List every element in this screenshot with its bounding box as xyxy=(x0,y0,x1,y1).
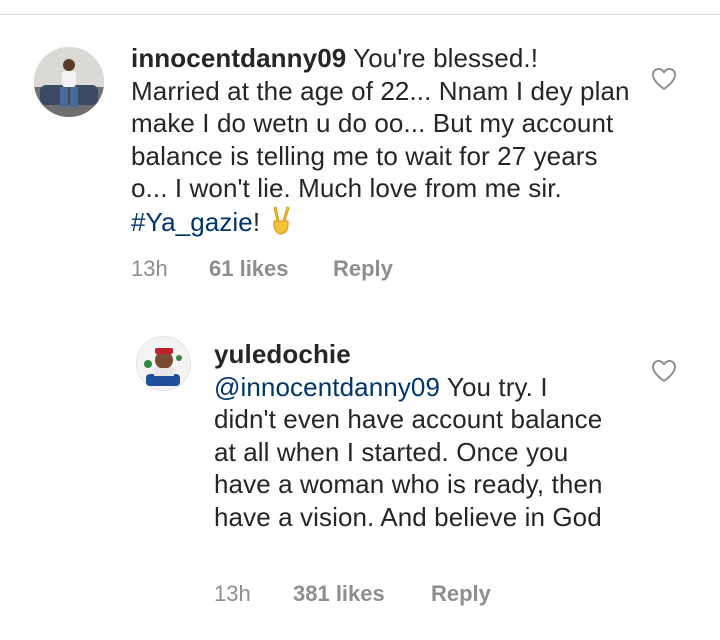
like-heart-icon[interactable] xyxy=(651,67,677,91)
comment-body: innocentdanny09 You're blessed.! Married… xyxy=(131,42,631,242)
victory-hand-icon xyxy=(268,205,294,243)
likes-count[interactable]: 381 likes xyxy=(293,581,385,607)
comment-time: 13h xyxy=(131,256,168,281)
comment-item: yuledochie @innocentdanny09 You try. I d… xyxy=(0,320,720,620)
comment-text-tail: ! xyxy=(252,206,268,237)
comment-username[interactable]: innocentdanny09 xyxy=(131,43,346,73)
comment-meta: 13h 381 likes Reply xyxy=(214,581,534,607)
comment-username[interactable]: yuledochie xyxy=(214,339,351,369)
like-heart-icon[interactable] xyxy=(651,359,677,383)
reply-button[interactable]: Reply xyxy=(333,256,393,282)
comment-meta: 13h 61 likes Reply xyxy=(131,256,431,282)
avatar[interactable] xyxy=(34,47,104,117)
mention-link[interactable]: @innocentdanny09 xyxy=(214,372,440,402)
avatar[interactable] xyxy=(136,336,191,391)
likes-count[interactable]: 61 likes xyxy=(209,256,289,282)
comment-item: innocentdanny09 You're blessed.! Married… xyxy=(0,0,720,300)
comments-screen: innocentdanny09 You're blessed.! Married… xyxy=(0,0,720,640)
hashtag-link[interactable]: #Ya_gazie xyxy=(131,207,253,237)
comment-time: 13h xyxy=(214,581,251,606)
comment-body: yuledochie @innocentdanny09 You try. I d… xyxy=(214,338,609,533)
reply-button[interactable]: Reply xyxy=(431,581,491,607)
